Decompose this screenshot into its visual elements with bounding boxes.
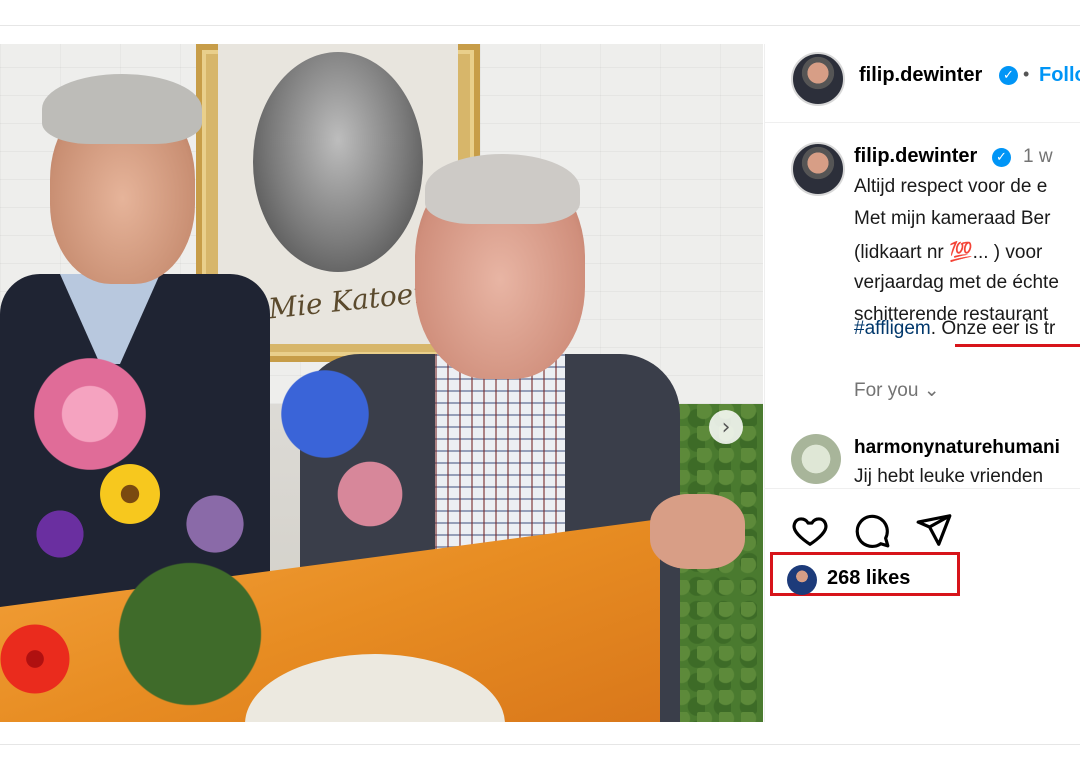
commenter-username[interactable]: harmonynaturehumani — [854, 437, 1060, 459]
next-image-button[interactable]: › — [709, 410, 743, 444]
for-you-label: For you — [854, 380, 919, 401]
chevron-down-icon: ⌄ — [923, 379, 940, 401]
comment-button[interactable] — [853, 511, 891, 549]
post-time[interactable]: 1 w — [1023, 146, 1053, 168]
post-image[interactable]: Mie Katoen › — [0, 44, 763, 722]
liker-avatar — [787, 565, 817, 595]
caption-line: (lidkaart nr 💯... ) voor — [854, 242, 1043, 263]
post-header: filip.dewinter ✓ • Follo — [765, 44, 1080, 123]
red-underline-highlight — [955, 344, 1080, 347]
follow-button[interactable]: Follo — [1039, 64, 1080, 87]
share-button[interactable] — [915, 511, 953, 549]
hashtag-link[interactable]: #affligem — [854, 318, 931, 339]
like-button[interactable] — [791, 511, 829, 549]
hand — [650, 494, 745, 569]
comment-icon — [855, 514, 890, 548]
commenter-avatar[interactable] — [791, 434, 841, 484]
caption-line: Altijd respect voor de e — [854, 176, 1048, 197]
author-username[interactable]: filip.dewinter — [859, 64, 982, 87]
likes-count[interactable]: 268 likes — [827, 567, 910, 590]
author-avatar[interactable] — [791, 52, 845, 106]
caption-line: verjaardag met de échte — [854, 272, 1059, 293]
separator-dot: • — [1023, 64, 1030, 84]
comment-text: Jij hebt leuke vrienden — [854, 466, 1044, 487]
verified-badge-icon: ✓ — [999, 66, 1018, 85]
caption-tail: . Onze eer is tr — [930, 318, 1056, 339]
heart-icon — [792, 517, 828, 546]
for-you-toggle[interactable]: For you ⌄ — [854, 379, 940, 402]
caption-username[interactable]: filip.dewinter — [854, 145, 977, 168]
post-side-panel: filip.dewinter ✓ • Follo filip.dewinter … — [764, 44, 1080, 722]
send-icon — [916, 514, 952, 546]
action-bar: 268 likes — [765, 488, 1080, 722]
caption-line: Met mijn kameraad Ber — [854, 208, 1051, 229]
chevron-right-icon: › — [721, 414, 731, 440]
verified-badge-icon: ✓ — [992, 148, 1011, 167]
flower-bouquet — [0, 274, 410, 722]
caption-avatar[interactable] — [791, 142, 845, 196]
